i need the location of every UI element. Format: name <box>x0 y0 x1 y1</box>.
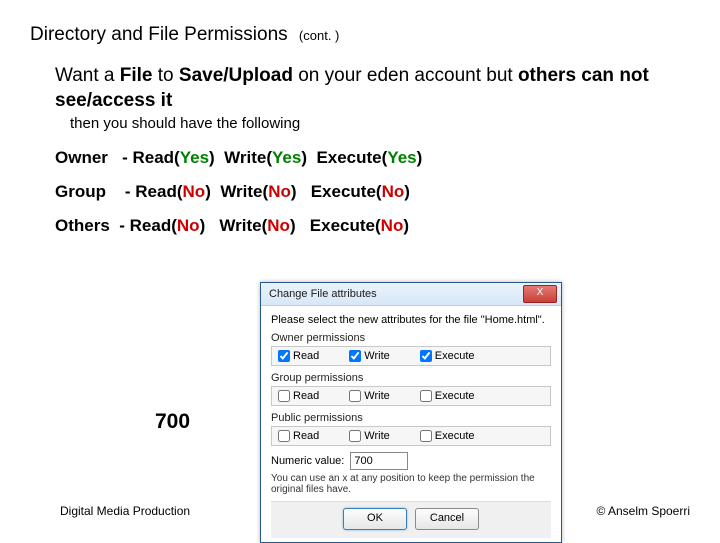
write: Write <box>224 148 266 167</box>
group-execute[interactable]: Execute <box>420 390 475 402</box>
numeric-input[interactable] <box>350 452 408 470</box>
cancel-button[interactable]: Cancel <box>415 508 479 530</box>
label: Others <box>55 216 110 235</box>
owner-write-checkbox[interactable] <box>349 350 361 362</box>
dialog-instruction: Please select the new attributes for the… <box>271 314 551 326</box>
label: Read <box>293 430 319 442</box>
owner-read[interactable]: Read <box>278 350 319 362</box>
dialog-title: Change File attributes <box>269 288 377 300</box>
dash: - <box>115 216 130 235</box>
label: Write <box>364 430 389 442</box>
public-read-checkbox[interactable] <box>278 430 290 442</box>
label: Read <box>293 350 319 362</box>
perm-group: Group - Read(No) Write(No) Execute(No) <box>55 182 690 202</box>
group-read[interactable]: Read <box>278 390 319 402</box>
no: No <box>382 182 405 201</box>
footer-left: Digital Media Production <box>60 504 190 518</box>
public-execute-checkbox[interactable] <box>420 430 432 442</box>
public-write[interactable]: Write <box>349 430 389 442</box>
numeric-hint: You can use an x at any position to keep… <box>271 473 551 495</box>
label: Read <box>293 390 319 402</box>
ok-button[interactable]: OK <box>343 508 407 530</box>
numeric-700: 700 <box>155 410 190 434</box>
public-group-label: Public permissions <box>271 412 551 424</box>
label: Group <box>55 182 106 201</box>
write: Write <box>219 216 261 235</box>
slide-title: Directory and File Permissions (cont. ) <box>30 24 690 46</box>
group-write[interactable]: Write <box>349 390 389 402</box>
title-text: Directory and File Permissions <box>30 24 288 45</box>
label: Execute <box>435 350 475 362</box>
execute: Execute <box>316 148 381 167</box>
group-execute-checkbox[interactable] <box>420 390 432 402</box>
owner-write[interactable]: Write <box>349 350 389 362</box>
label: Execute <box>435 430 475 442</box>
file-attributes-dialog: Change File attributes X Please select t… <box>260 282 562 543</box>
group-permissions-row: Read Write Execute <box>271 386 551 406</box>
no: No <box>268 182 291 201</box>
owner-group-label: Owner permissions <box>271 332 551 344</box>
numeric-row: Numeric value: <box>271 452 551 470</box>
owner-execute-checkbox[interactable] <box>420 350 432 362</box>
perm-owner: Owner - Read(Yes) Write(Yes) Execute(Yes… <box>55 148 690 168</box>
execute: Execute <box>311 182 376 201</box>
dash: - <box>117 148 132 167</box>
owner-read-checkbox[interactable] <box>278 350 290 362</box>
public-permissions-row: Read Write Execute <box>271 426 551 446</box>
owner-permissions-row: Read Write Execute <box>271 346 551 366</box>
label: Write <box>364 390 389 402</box>
label: Execute <box>435 390 475 402</box>
yes: Yes <box>180 148 209 167</box>
main-heading: Want a File to Save/Upload on your eden … <box>55 64 690 113</box>
numeric-label: Numeric value: <box>271 455 344 467</box>
public-write-checkbox[interactable] <box>349 430 361 442</box>
group-group-label: Group permissions <box>271 372 551 384</box>
no: No <box>267 216 290 235</box>
public-read[interactable]: Read <box>278 430 319 442</box>
owner-execute[interactable]: Execute <box>420 350 475 362</box>
txt: Want a <box>55 65 120 86</box>
sub-heading: then you should have the following <box>70 115 690 132</box>
read: Read <box>132 148 174 167</box>
txt: Save/Upload <box>179 65 293 86</box>
execute: Execute <box>310 216 375 235</box>
title-cont: (cont. ) <box>299 28 339 43</box>
dash: - <box>120 182 135 201</box>
txt: to <box>153 65 179 86</box>
no: No <box>177 216 200 235</box>
close-button[interactable]: X <box>523 285 557 303</box>
footer-right: © Anselm Spoerri <box>596 504 690 518</box>
public-execute[interactable]: Execute <box>420 430 475 442</box>
read: Read <box>130 216 172 235</box>
yes: Yes <box>272 148 301 167</box>
txt: File <box>120 65 153 86</box>
label: Write <box>364 350 389 362</box>
read: Read <box>135 182 177 201</box>
group-read-checkbox[interactable] <box>278 390 290 402</box>
dialog-titlebar: Change File attributes X <box>261 283 561 306</box>
txt: on your eden account but <box>293 65 518 86</box>
write: Write <box>220 182 262 201</box>
yes: Yes <box>387 148 416 167</box>
dialog-buttons: OK Cancel <box>271 501 551 538</box>
label: Owner <box>55 148 108 167</box>
group-write-checkbox[interactable] <box>349 390 361 402</box>
perm-others: Others - Read(No) Write(No) Execute(No) <box>55 216 690 236</box>
no: No <box>183 182 206 201</box>
no: No <box>381 216 404 235</box>
